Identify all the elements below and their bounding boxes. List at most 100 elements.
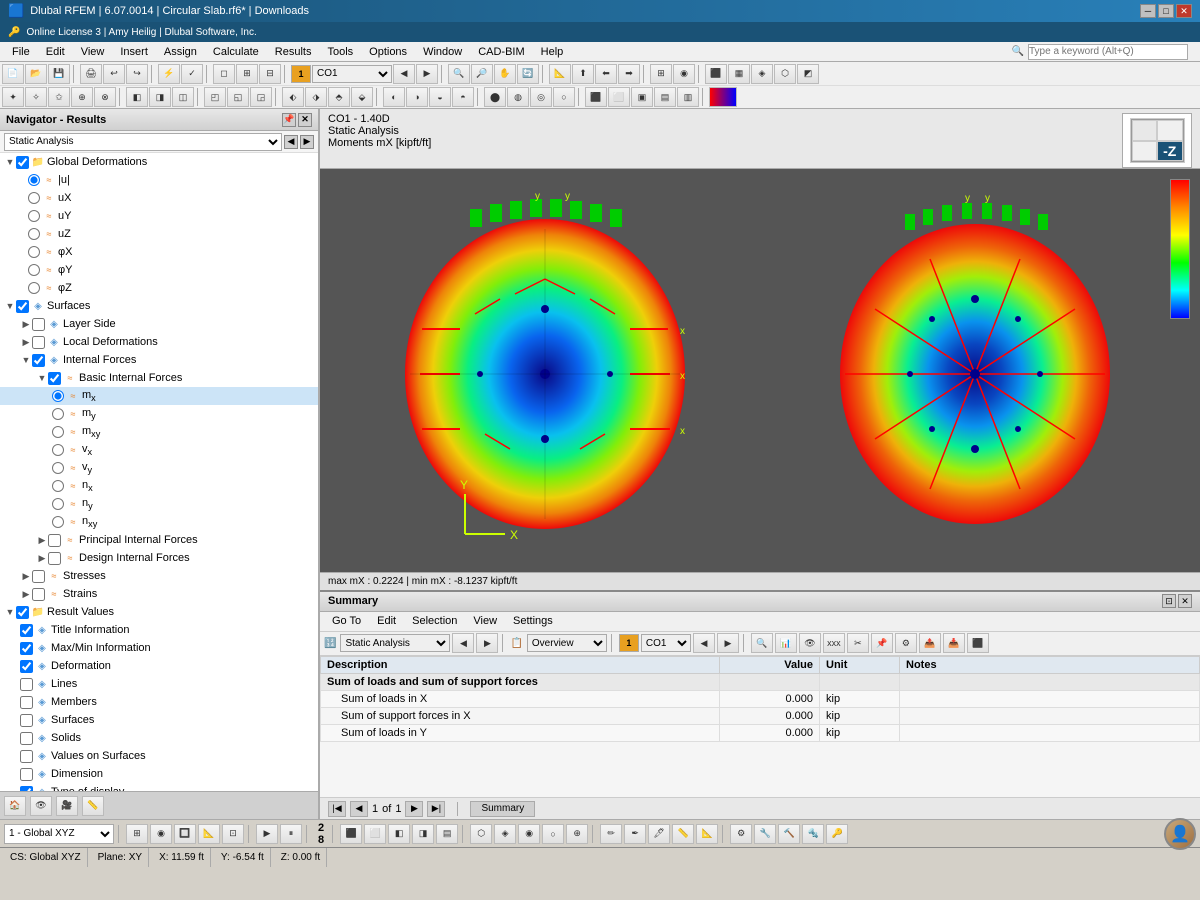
- bt-tool-4[interactable]: 🔩: [802, 824, 824, 844]
- tb-right[interactable]: ➡: [618, 64, 640, 84]
- sum-menu-goto[interactable]: Go To: [324, 611, 369, 631]
- tb2-1[interactable]: ✦: [2, 87, 24, 107]
- tb-mesh[interactable]: ⊞: [650, 64, 672, 84]
- check-principal[interactable]: [48, 534, 61, 547]
- tree-ny[interactable]: ≈ ny: [0, 495, 318, 513]
- check-vos-rv[interactable]: [20, 750, 33, 763]
- view-cube[interactable]: -Z: [1122, 113, 1192, 168]
- tb-new[interactable]: 📄: [2, 64, 24, 84]
- check-solids-rv[interactable]: [20, 732, 33, 745]
- tb-iso[interactable]: 📐: [549, 64, 571, 84]
- close-button[interactable]: ✕: [1176, 4, 1192, 18]
- tb-zoom-in[interactable]: 🔍: [448, 64, 470, 84]
- check-title[interactable]: [20, 624, 33, 637]
- tb2-6[interactable]: ◧: [126, 87, 148, 107]
- check-rv[interactable]: [16, 606, 29, 619]
- bt-extra-9[interactable]: ○: [542, 824, 564, 844]
- tree-stresses[interactable]: ▶ ≈ Stresses: [0, 567, 318, 585]
- tb-extra3[interactable]: ◈: [751, 64, 773, 84]
- nav-arr-right[interactable]: ▶: [300, 135, 314, 149]
- tb-view2[interactable]: ⊞: [236, 64, 258, 84]
- load-case-select[interactable]: CO1: [312, 65, 392, 83]
- tb-undo[interactable]: ↩: [103, 64, 125, 84]
- tree-type-display-rv[interactable]: ◈ Type of display: [0, 783, 318, 791]
- menu-view[interactable]: View: [73, 42, 113, 62]
- expand-icon-rv[interactable]: ▼: [4, 606, 16, 618]
- menu-calculate[interactable]: Calculate: [205, 42, 267, 62]
- bt-extra-2[interactable]: ⬜: [364, 824, 386, 844]
- menu-insert[interactable]: Insert: [112, 42, 156, 62]
- tree-title-info[interactable]: ◈ Title Information: [0, 621, 318, 639]
- radio-ux[interactable]: [28, 192, 40, 204]
- bt-tool-3[interactable]: 🔨: [778, 824, 800, 844]
- tree-strains[interactable]: ▶ ≈ Strains: [0, 585, 318, 603]
- sum-tb-1[interactable]: 🔍: [751, 633, 773, 653]
- bt-btn-4[interactable]: 📐: [198, 824, 220, 844]
- check-surfaces-rv[interactable]: [20, 714, 33, 727]
- tree-result-values[interactable]: ▼ 📁 Result Values: [0, 603, 318, 621]
- radio-nx[interactable]: [52, 480, 64, 492]
- tree-internal-forces[interactable]: ▼ ◈ Internal Forces: [0, 351, 318, 369]
- tree-uz[interactable]: ≈ uZ: [0, 225, 318, 243]
- summary-tab[interactable]: Summary: [470, 801, 535, 817]
- sum-prev-co[interactable]: ◀: [693, 633, 715, 653]
- radio-ny[interactable]: [52, 498, 64, 510]
- tb-next-case[interactable]: ▶: [416, 64, 438, 84]
- nav-btn-4[interactable]: 📏: [82, 796, 104, 816]
- bt-extra-5[interactable]: ▤: [436, 824, 458, 844]
- tb2-22[interactable]: ◎: [530, 87, 552, 107]
- tree-phix[interactable]: ≈ φX: [0, 243, 318, 261]
- tb2-26[interactable]: ▣: [631, 87, 653, 107]
- radio-phiz[interactable]: [28, 282, 40, 294]
- expand-icon-layer[interactable]: ▶: [20, 318, 32, 330]
- check-lines-rv[interactable]: [20, 678, 33, 691]
- tb2-16[interactable]: ◐: [383, 87, 405, 107]
- minimize-button[interactable]: ─: [1140, 4, 1156, 18]
- tb-extra2[interactable]: ▦: [728, 64, 750, 84]
- check-stress[interactable]: [32, 570, 45, 583]
- bt-btn-2[interactable]: ◉: [150, 824, 172, 844]
- sum-tb-7[interactable]: ⚙: [895, 633, 917, 653]
- pag-first[interactable]: |◀: [328, 801, 346, 817]
- tb2-24[interactable]: ⬛: [585, 87, 607, 107]
- nav-btn-3[interactable]: 🎥: [56, 796, 78, 816]
- tb-check[interactable]: ✓: [181, 64, 203, 84]
- tb-print[interactable]: 🖨: [80, 64, 102, 84]
- tree-phiy[interactable]: ≈ φY: [0, 261, 318, 279]
- tb2-19[interactable]: ◓: [452, 87, 474, 107]
- bt-pen-5[interactable]: 📐: [696, 824, 718, 844]
- radio-vy[interactable]: [52, 462, 64, 474]
- bt-btn-6[interactable]: ▶: [256, 824, 278, 844]
- radio-phiy[interactable]: [28, 264, 40, 276]
- sum-tb-6[interactable]: 📌: [871, 633, 893, 653]
- tb-view3[interactable]: ⊟: [259, 64, 281, 84]
- bt-extra-3[interactable]: ◧: [388, 824, 410, 844]
- menu-options[interactable]: Options: [361, 42, 415, 62]
- tree-uy[interactable]: ≈ uY: [0, 207, 318, 225]
- nav-btn-2[interactable]: 👁: [30, 796, 52, 816]
- menu-results[interactable]: Results: [267, 42, 320, 62]
- menu-file[interactable]: File: [4, 42, 38, 62]
- check-global-deform[interactable]: [16, 156, 29, 169]
- tb2-8[interactable]: ◫: [172, 87, 194, 107]
- tb2-23[interactable]: ○: [553, 87, 575, 107]
- tb2-9[interactable]: ◰: [204, 87, 226, 107]
- search-input[interactable]: [1028, 44, 1188, 60]
- tb2-7[interactable]: ◨: [149, 87, 171, 107]
- sum-next-co[interactable]: ▶: [717, 633, 739, 653]
- radio-mxy[interactable]: [52, 426, 64, 438]
- summary-overview-select[interactable]: Overview: [527, 634, 607, 652]
- tb-open[interactable]: 📂: [25, 64, 47, 84]
- bt-btn-5[interactable]: ⊡: [222, 824, 244, 844]
- check-strain[interactable]: [32, 588, 45, 601]
- tree-mx[interactable]: ≈ mx: [0, 387, 318, 405]
- sum-tb-3[interactable]: 👁: [799, 633, 821, 653]
- sum-tb-5[interactable]: ✂: [847, 633, 869, 653]
- tree-ux[interactable]: ≈ uX: [0, 189, 318, 207]
- sum-menu-view[interactable]: View: [465, 611, 505, 631]
- tree-local-deformations[interactable]: ▶ ◈ Local Deformations: [0, 333, 318, 351]
- sum-menu-selection[interactable]: Selection: [404, 611, 465, 631]
- tree-solids-rv[interactable]: ◈ Solids: [0, 729, 318, 747]
- sum-menu-settings[interactable]: Settings: [505, 611, 561, 631]
- tb2-25[interactable]: ⬜: [608, 87, 630, 107]
